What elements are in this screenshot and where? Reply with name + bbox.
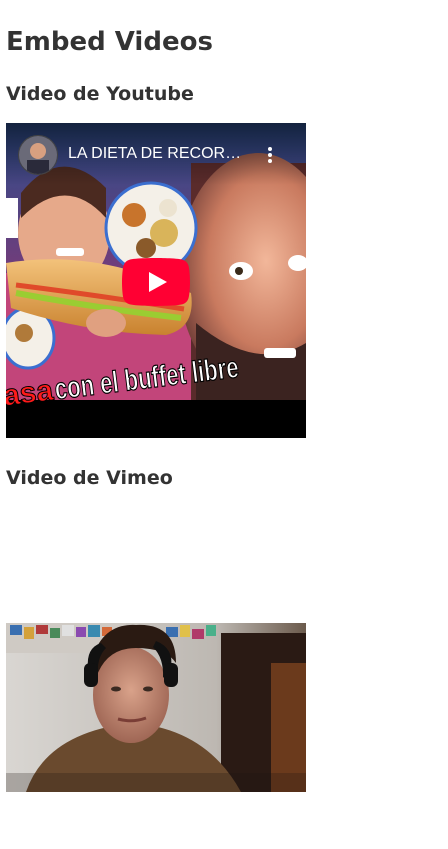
vimeo-video-frame[interactable] [6, 623, 306, 792]
youtube-embed[interactable]: asa con el buffet libre LA DIETA DE RECO… [6, 123, 306, 438]
caption-white: con el buffet libre [53, 351, 241, 406]
video-title[interactable]: LA DIETA DE RECORD... [68, 145, 248, 163]
vimeo-section-heading: Video de Vimeo [6, 467, 173, 489]
caption-red: asa [6, 374, 55, 407]
channel-avatar[interactable] [18, 135, 58, 175]
page-title: Embed Videos [6, 27, 213, 57]
youtube-caption-text: asa con el buffet libre [6, 350, 241, 407]
vimeo-embed[interactable] [6, 623, 306, 792]
youtube-section-heading: Video de Youtube [6, 83, 194, 105]
youtube-play-icon[interactable] [122, 258, 190, 306]
more-vertical-icon[interactable] [260, 143, 280, 167]
